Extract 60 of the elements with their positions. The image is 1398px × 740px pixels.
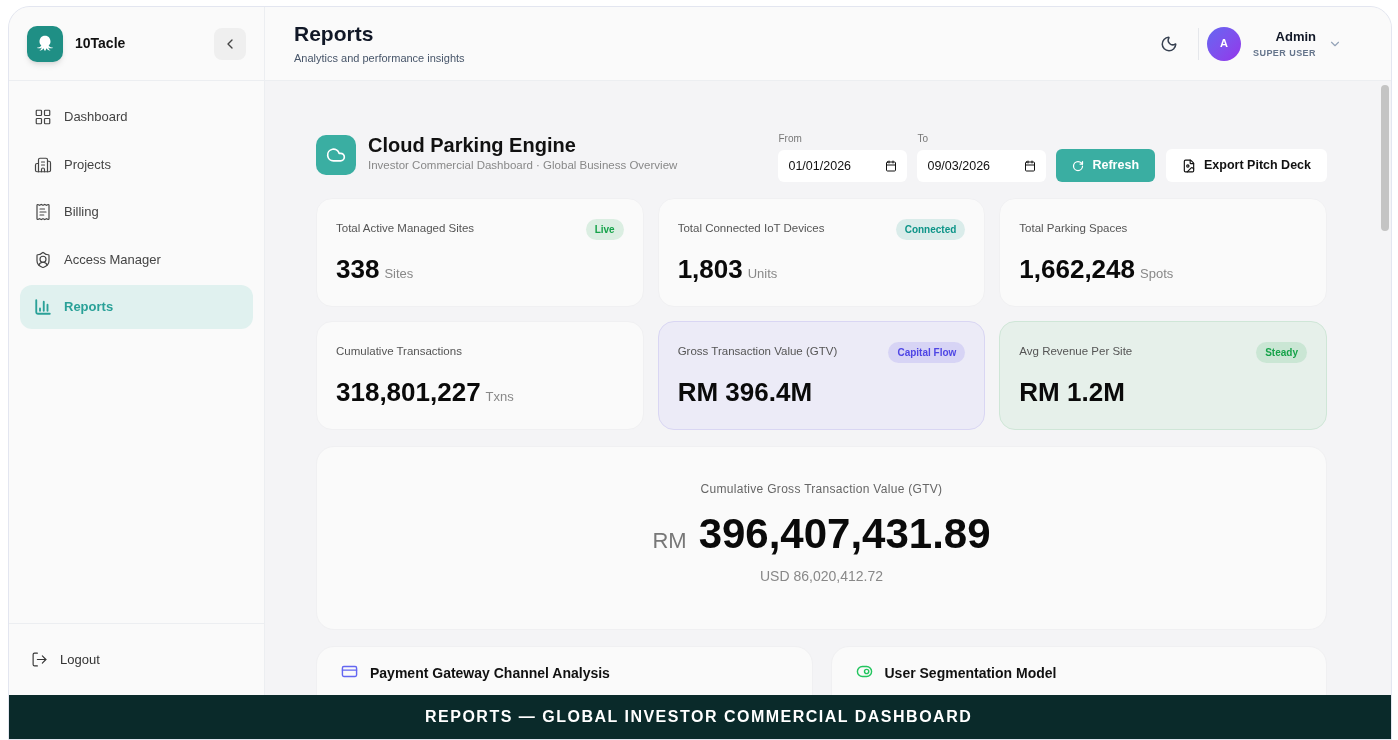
status-tag: Live xyxy=(585,218,624,240)
stat-value: RM 1.2M xyxy=(1019,376,1125,409)
credit-card-icon xyxy=(341,663,358,680)
gtv-usd: USD 86,020,412.72 xyxy=(760,567,883,586)
stat-unit: Txns xyxy=(485,388,514,406)
brand-name: 10Tacle xyxy=(75,34,126,53)
theme-toggle[interactable] xyxy=(1160,34,1178,53)
calendar-icon xyxy=(1024,160,1037,172)
status-tag: Capital Flow xyxy=(888,341,966,363)
engine-subtitle: Investor Commercial Dashboard · Global Business Overview xyxy=(368,157,678,173)
grid-icon xyxy=(34,108,52,126)
avatar: A xyxy=(1207,26,1241,61)
page-title: Reports xyxy=(294,21,375,48)
stat-unit: Sites xyxy=(384,265,414,283)
export-button[interactable]: Export Pitch Deck xyxy=(1166,149,1327,182)
logout-icon xyxy=(31,651,48,668)
user-menu[interactable]: A Admin SUPER USER xyxy=(1207,26,1362,61)
moon-icon xyxy=(1160,34,1178,53)
user-name: Admin xyxy=(1275,28,1316,46)
sidebar-item[interactable]: Dashboard xyxy=(20,95,253,139)
stat-label: Total Connected IoT Devices xyxy=(677,221,825,237)
stat-label: Avg Revenue Per Site xyxy=(1019,344,1133,360)
date-label: To xyxy=(917,132,930,146)
building-icon xyxy=(34,155,52,174)
receipt-icon xyxy=(34,203,52,221)
status-tag: Steady xyxy=(1256,341,1307,363)
stat-value: 1,662,248 xyxy=(1019,253,1135,286)
date-field[interactable]: 09/03/2026 xyxy=(917,150,1047,182)
cloud-icon xyxy=(326,145,346,165)
date-label: From xyxy=(778,132,803,146)
logout-button[interactable]: Logout xyxy=(31,649,100,670)
banner-text: REPORTS — GLOBAL INVESTOR COMMERCIAL DASHBOARD xyxy=(425,707,973,727)
toggle-icon xyxy=(855,663,873,680)
panel-title: User Segmentation Model xyxy=(884,664,1057,683)
gtv-label: Cumulative Gross Transaction Value (GTV) xyxy=(700,481,943,498)
panel-title: Payment Gateway Channel Analysis xyxy=(370,664,610,683)
sidebar-item[interactable]: Billing xyxy=(20,190,253,234)
shield-user-icon xyxy=(34,250,52,269)
user-role: SUPER USER xyxy=(1253,46,1316,60)
stat-value: 338 xyxy=(336,253,380,286)
status-tag: Connected xyxy=(895,218,966,240)
refresh-icon xyxy=(1072,159,1085,172)
sidebar-item[interactable]: Projects xyxy=(20,142,253,187)
gtv-currency: RM xyxy=(652,527,687,555)
bar-chart-icon xyxy=(34,298,52,316)
date-field[interactable]: 01/01/2026 xyxy=(778,150,908,182)
stat-value: 1,803 xyxy=(677,253,743,286)
stat-value: 318,801,227 xyxy=(336,376,481,409)
page-subtitle: Analytics and performance insights xyxy=(294,51,465,67)
calendar-icon xyxy=(885,160,898,172)
stat-label: Total Parking Spaces xyxy=(1019,221,1128,237)
stat-label: Total Active Managed Sites xyxy=(336,221,475,237)
stat-unit: Units xyxy=(747,265,778,283)
sidebar-item[interactable]: Access Manager xyxy=(20,237,253,282)
stat-value: RM 396.4M xyxy=(677,376,813,409)
stat-label: Cumulative Transactions xyxy=(336,344,462,360)
stat-label: Gross Transaction Value (GTV) xyxy=(677,344,838,360)
stat-unit: Spots xyxy=(1140,265,1174,283)
gtv-value: 396,407,431.89 xyxy=(698,510,991,558)
engine-title: Cloud Parking Engine xyxy=(368,132,577,157)
